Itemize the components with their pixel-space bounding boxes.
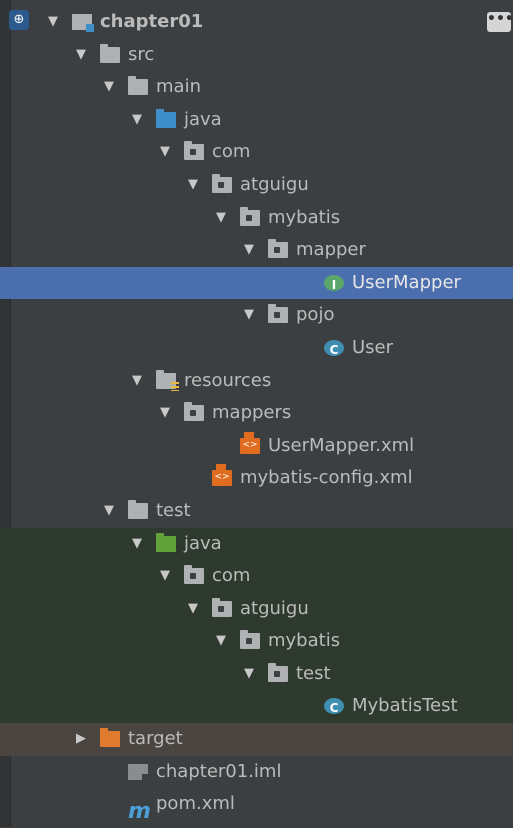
tree-item-label: src [128, 43, 155, 65]
tree-item-label: atguigu [240, 597, 309, 619]
package-icon [184, 565, 204, 585]
test-class-icon: C [324, 698, 344, 715]
tree-item-label: target [128, 728, 183, 750]
tree-item-label: java [184, 108, 222, 130]
collapse-arrow-icon[interactable]: ▶ [74, 723, 88, 756]
expand-arrow-icon[interactable]: ▼ [214, 202, 228, 235]
interface-icon: I [324, 274, 344, 292]
tree-item[interactable]: <> UserMapper.xml [0, 430, 513, 463]
tree-item-label: UserMapper [352, 271, 461, 293]
tree-item-label: chapter01.iml [156, 760, 282, 782]
tree-item[interactable]: chapter01.iml [0, 756, 513, 789]
tree-item-label: pojo [296, 304, 335, 326]
tree-item-label: atguigu [240, 173, 309, 195]
tree-item-label: com [212, 565, 251, 587]
tree-item-label: test [296, 662, 331, 684]
tree-item[interactable]: ▼ test [0, 495, 513, 528]
folder-icon [128, 76, 148, 96]
tree-item-label: User [352, 336, 394, 358]
package-icon [212, 597, 232, 617]
tree-item[interactable]: ▼ java [0, 527, 513, 561]
expand-arrow-icon[interactable]: ▼ [242, 658, 256, 691]
tree-item-label: com [212, 141, 251, 163]
tree-item[interactable]: C User [0, 332, 513, 365]
tree-item[interactable]: <> mybatis-config.xml [0, 462, 513, 495]
expand-arrow-icon[interactable]: ▼ [186, 169, 200, 202]
expand-arrow-icon[interactable]: ▼ [102, 71, 116, 104]
tree-item[interactable]: ▼ src [0, 39, 513, 72]
tree-item[interactable]: m pom.xml [0, 788, 513, 825]
tree-item[interactable]: ▼ mybatis [0, 202, 513, 235]
expand-arrow-icon[interactable]: ▼ [214, 625, 228, 658]
tree-item-label: chapter01 [100, 11, 204, 32]
tree-item[interactable]: ▼ chapter01 [0, 6, 513, 39]
module-icon [72, 14, 94, 32]
project-tree: ▼ chapter01 ▼ src ▼ main ▼ java ▼ com ▼ atguigu ▼ myb… [0, 6, 513, 825]
expand-arrow-icon[interactable]: ▼ [74, 39, 88, 72]
xml-file-icon: <> [240, 431, 260, 454]
tree-item[interactable]: ▼ main [0, 71, 513, 104]
tree-item-label: mybatis-config.xml [240, 467, 413, 489]
tree-item-label: mybatis [268, 630, 341, 652]
iml-file-icon [128, 763, 148, 780]
xml-file-icon: <> [212, 464, 232, 487]
package-icon [268, 662, 288, 682]
expand-arrow-icon[interactable]: ▼ [46, 6, 60, 39]
package-icon [184, 402, 204, 422]
expand-arrow-icon[interactable]: ▼ [158, 397, 172, 430]
tree-item-label: UserMapper.xml [268, 434, 415, 456]
expand-arrow-icon[interactable]: ▼ [130, 365, 144, 398]
tree-item[interactable]: ▼ com [0, 560, 513, 593]
tree-item[interactable]: ▼ atguigu [0, 169, 513, 202]
expand-arrow-icon[interactable]: ▼ [130, 528, 144, 561]
class-icon: C [324, 339, 344, 357]
tree-item-label: java [184, 532, 222, 554]
tree-item[interactable]: ▼ resources [0, 365, 513, 398]
folder-icon [128, 499, 148, 519]
tree-item[interactable]: ▼ java [0, 104, 513, 137]
expand-arrow-icon[interactable]: ▼ [158, 560, 172, 593]
expand-arrow-icon[interactable]: ▼ [130, 104, 144, 137]
tree-item-label: test [156, 499, 191, 521]
tree-item[interactable]: C MybatisTest [0, 690, 513, 724]
expand-arrow-icon[interactable]: ▼ [102, 495, 116, 528]
tree-item[interactable]: ▼ atguigu [0, 592, 513, 626]
tree-item-label: pom.xml [156, 793, 235, 815]
package-icon [240, 206, 260, 226]
package-icon [268, 239, 288, 259]
package-icon [240, 630, 260, 650]
test-source-folder-icon [156, 532, 176, 552]
package-icon [212, 173, 232, 193]
tree-item-label: mapper [296, 239, 366, 261]
maven-icon: m [128, 799, 151, 825]
source-folder-icon [156, 108, 176, 128]
expand-arrow-icon[interactable]: ▼ [242, 299, 256, 332]
tree-item[interactable]: ▼ mappers [0, 397, 513, 430]
tree-item[interactable]: ▼ pojo [0, 299, 513, 332]
tree-item[interactable]: ▼ com [0, 136, 513, 169]
tree-item[interactable]: I UserMapper [0, 266, 513, 300]
tree-item[interactable]: ▶ target [0, 723, 513, 756]
expand-arrow-icon[interactable]: ▼ [186, 593, 200, 626]
package-icon [184, 141, 204, 161]
tree-item-label: mybatis [268, 206, 341, 228]
package-icon [268, 304, 288, 324]
resources-folder-icon [156, 369, 179, 391]
folder-icon [100, 43, 120, 63]
expand-arrow-icon[interactable]: ▼ [242, 234, 256, 267]
tree-item-label: resources [184, 369, 272, 391]
tree-item-label: mappers [212, 402, 292, 424]
tree-item[interactable]: ▼ mapper [0, 234, 513, 267]
expand-arrow-icon[interactable]: ▼ [158, 136, 172, 169]
tree-item-label: main [156, 76, 201, 98]
tree-item[interactable]: ▼ test [0, 657, 513, 691]
tree-item[interactable]: ▼ mybatis [0, 625, 513, 658]
tree-item-label: MybatisTest [352, 695, 458, 717]
excluded-folder-icon [100, 728, 120, 748]
